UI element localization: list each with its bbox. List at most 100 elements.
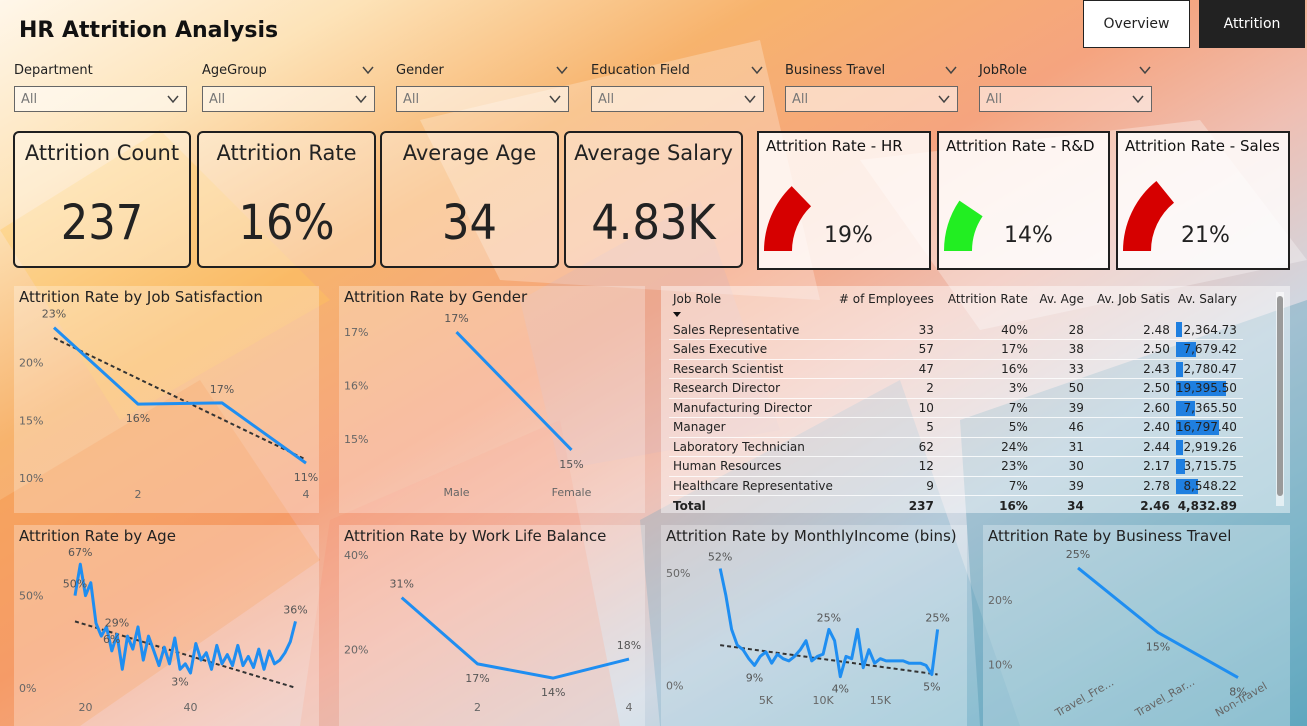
cell-employees: 2 [838, 378, 940, 399]
table-row[interactable]: Manufacturing Director 10 7% 39 2.60 7,365.50 [669, 398, 1243, 418]
gender-dropdown[interactable]: All [396, 86, 569, 112]
table-row[interactable]: Healthcare Representative 9 7% 39 2.78 8,548.… [669, 476, 1243, 496]
y-tick-label: 17% [344, 326, 368, 339]
card-value: 4.83K [591, 195, 716, 251]
chart-title: Attrition Rate by Age [19, 527, 176, 545]
cell-attrition-rate: 16% [939, 359, 1034, 379]
gauge-value: 14% [1004, 223, 1053, 248]
agegroup-dropdown[interactable]: All [202, 86, 375, 112]
x-tick-label: 15K [870, 694, 892, 707]
column-header-job-role[interactable]: Job Role [669, 292, 839, 320]
table-row[interactable]: Research Scientist 47 16% 33 2.43 2,780.47 [669, 359, 1243, 379]
cell-av-job-satis: 2.50 [1089, 339, 1176, 360]
scrollbar-thumb[interactable] [1277, 296, 1283, 496]
cell-av-job-satis: 2.50 [1089, 378, 1176, 399]
chart-title: Attrition Rate by Work Life Balance [344, 527, 607, 545]
cell-employees: 33 [838, 320, 940, 340]
data-label: 31% [390, 578, 414, 591]
table-row[interactable]: Laboratory Technician 62 24% 31 2.44 2,919.26 [669, 437, 1243, 457]
card-label: Attrition Rate [216, 141, 357, 165]
cell-av-age: 30 [1033, 456, 1090, 477]
attrition-rate-card: Attrition Rate 16% [197, 131, 376, 268]
table-row[interactable]: Sales Representative 33 40% 28 2.48 2,364.73 [669, 320, 1243, 340]
table-row[interactable]: Sales Executive 57 17% 38 2.50 7,679.42 [669, 339, 1243, 360]
data-label: 6% [103, 633, 120, 646]
cell-av-salary: 19,395.50 [1175, 378, 1243, 399]
attrition-nav-button[interactable]: Attrition [1199, 0, 1305, 48]
data-label: 17% [210, 383, 234, 396]
salary-value: 2,780.47 [1183, 361, 1237, 376]
cell-job-role: Laboratory Technician [669, 437, 839, 457]
cell-av-age: 50 [1033, 378, 1090, 399]
salary-value: 8,548.22 [1183, 478, 1237, 493]
chevron-down-icon[interactable] [1138, 63, 1152, 77]
business-travel-dropdown[interactable]: All [785, 86, 958, 112]
column-header-av-salary[interactable]: Av. Salary [1176, 292, 1243, 320]
slicer-label: Department [14, 62, 93, 78]
cell-attrition-rate: 24% [939, 437, 1034, 457]
department-dropdown[interactable]: All [14, 86, 187, 112]
table-row[interactable]: Manager 5 5% 46 2.40 16,797.40 [669, 417, 1243, 438]
cell-av-age: 39 [1033, 398, 1090, 418]
average-salary-card: Average Salary 4.83K [564, 131, 743, 268]
cell-job-role: Sales Executive [669, 339, 839, 360]
cell-employees: 12 [838, 456, 940, 477]
data-label: 50% [63, 578, 87, 591]
slicer-education-field: Education Field All [591, 60, 764, 112]
slicer-label: Education Field [591, 62, 690, 78]
cell-av-job-satis: 2.48 [1089, 320, 1176, 340]
age-plot: 0% 50% 20 40 67% 50% 29% 6% 3% 36% [19, 546, 308, 714]
column-header-attrition-rate[interactable]: Attrition Rate [940, 292, 1034, 320]
gauge-arc-hr [764, 186, 812, 251]
chevron-down-icon[interactable] [555, 63, 569, 77]
column-header-av-job-satis[interactable]: Av. Job Satis [1090, 292, 1176, 320]
data-label: 36% [283, 603, 307, 616]
cell-av-age: 28 [1033, 320, 1090, 340]
salary-value: 7,365.50 [1183, 400, 1237, 415]
cell-av-salary: 2,919.26 [1175, 437, 1243, 457]
data-label: 15% [1146, 640, 1170, 653]
chevron-down-icon [1132, 95, 1144, 104]
overview-nav-button[interactable]: Overview [1083, 0, 1190, 48]
y-tick-label: 10% [19, 472, 43, 485]
cell-av-job-satis: 2.78 [1089, 476, 1176, 496]
column-header-employees[interactable]: # of Employees [839, 292, 940, 320]
gauge-arc-rd [944, 200, 983, 251]
slicer-business-travel: Business Travel All [785, 60, 958, 112]
cell-av-salary: 16,797.40 [1175, 417, 1243, 438]
cell-av-job-satis: 2.43 [1089, 359, 1176, 379]
cell-employees: 10 [838, 398, 940, 418]
cell-attrition-rate: 7% [939, 476, 1034, 496]
education-field-dropdown[interactable]: All [591, 86, 764, 112]
table-header-row: Job Role # of Employees Attrition Rate A… [669, 292, 1243, 320]
card-value: 237 [60, 195, 144, 251]
cell-av-job-satis: 2.44 [1089, 437, 1176, 457]
cell-av-job-satis: 2.17 [1089, 456, 1176, 477]
slicer-agegroup: AgeGroup All [202, 60, 375, 112]
chevron-down-icon[interactable] [944, 63, 958, 77]
job-role-table: Job Role # of Employees Attrition Rate A… [661, 286, 1290, 513]
table-row[interactable]: Research Director 2 3% 50 2.50 19,395.50 [669, 378, 1243, 399]
jobrole-dropdown[interactable]: All [979, 86, 1152, 112]
column-header-av-age[interactable]: Av. Age [1034, 292, 1090, 320]
x-tick-label: 2 [135, 488, 142, 501]
data-label: 25% [925, 611, 949, 624]
chevron-down-icon[interactable] [361, 63, 375, 77]
y-tick-label: 15% [19, 414, 43, 427]
slicer-value: All [986, 91, 1003, 107]
chevron-down-icon [938, 95, 950, 104]
y-tick-label: 16% [344, 380, 368, 393]
monthly-income-plot: 0% 50% 5K 10K 15K 52% 9% 25% 4% 5% 25% [666, 551, 950, 707]
chevron-down-icon[interactable] [750, 63, 764, 77]
slicer-value: All [403, 91, 420, 107]
cell-job-role: Manager [669, 417, 839, 438]
gauge-arc-sales [1123, 181, 1175, 251]
table-row[interactable]: Human Resources 12 23% 30 2.17 3,715.75 [669, 456, 1243, 477]
chart-age: Attrition Rate by Age 0% 50% 20 40 67% 50% 29%… [14, 525, 319, 726]
slicer-label: Business Travel [785, 62, 886, 78]
y-tick-label: 40% [344, 549, 368, 562]
slicer-gender: Gender All [396, 60, 569, 112]
table-scrollbar[interactable] [1276, 292, 1284, 506]
data-label: 8% [1229, 686, 1246, 699]
cell-attrition-rate: 40% [939, 320, 1034, 340]
